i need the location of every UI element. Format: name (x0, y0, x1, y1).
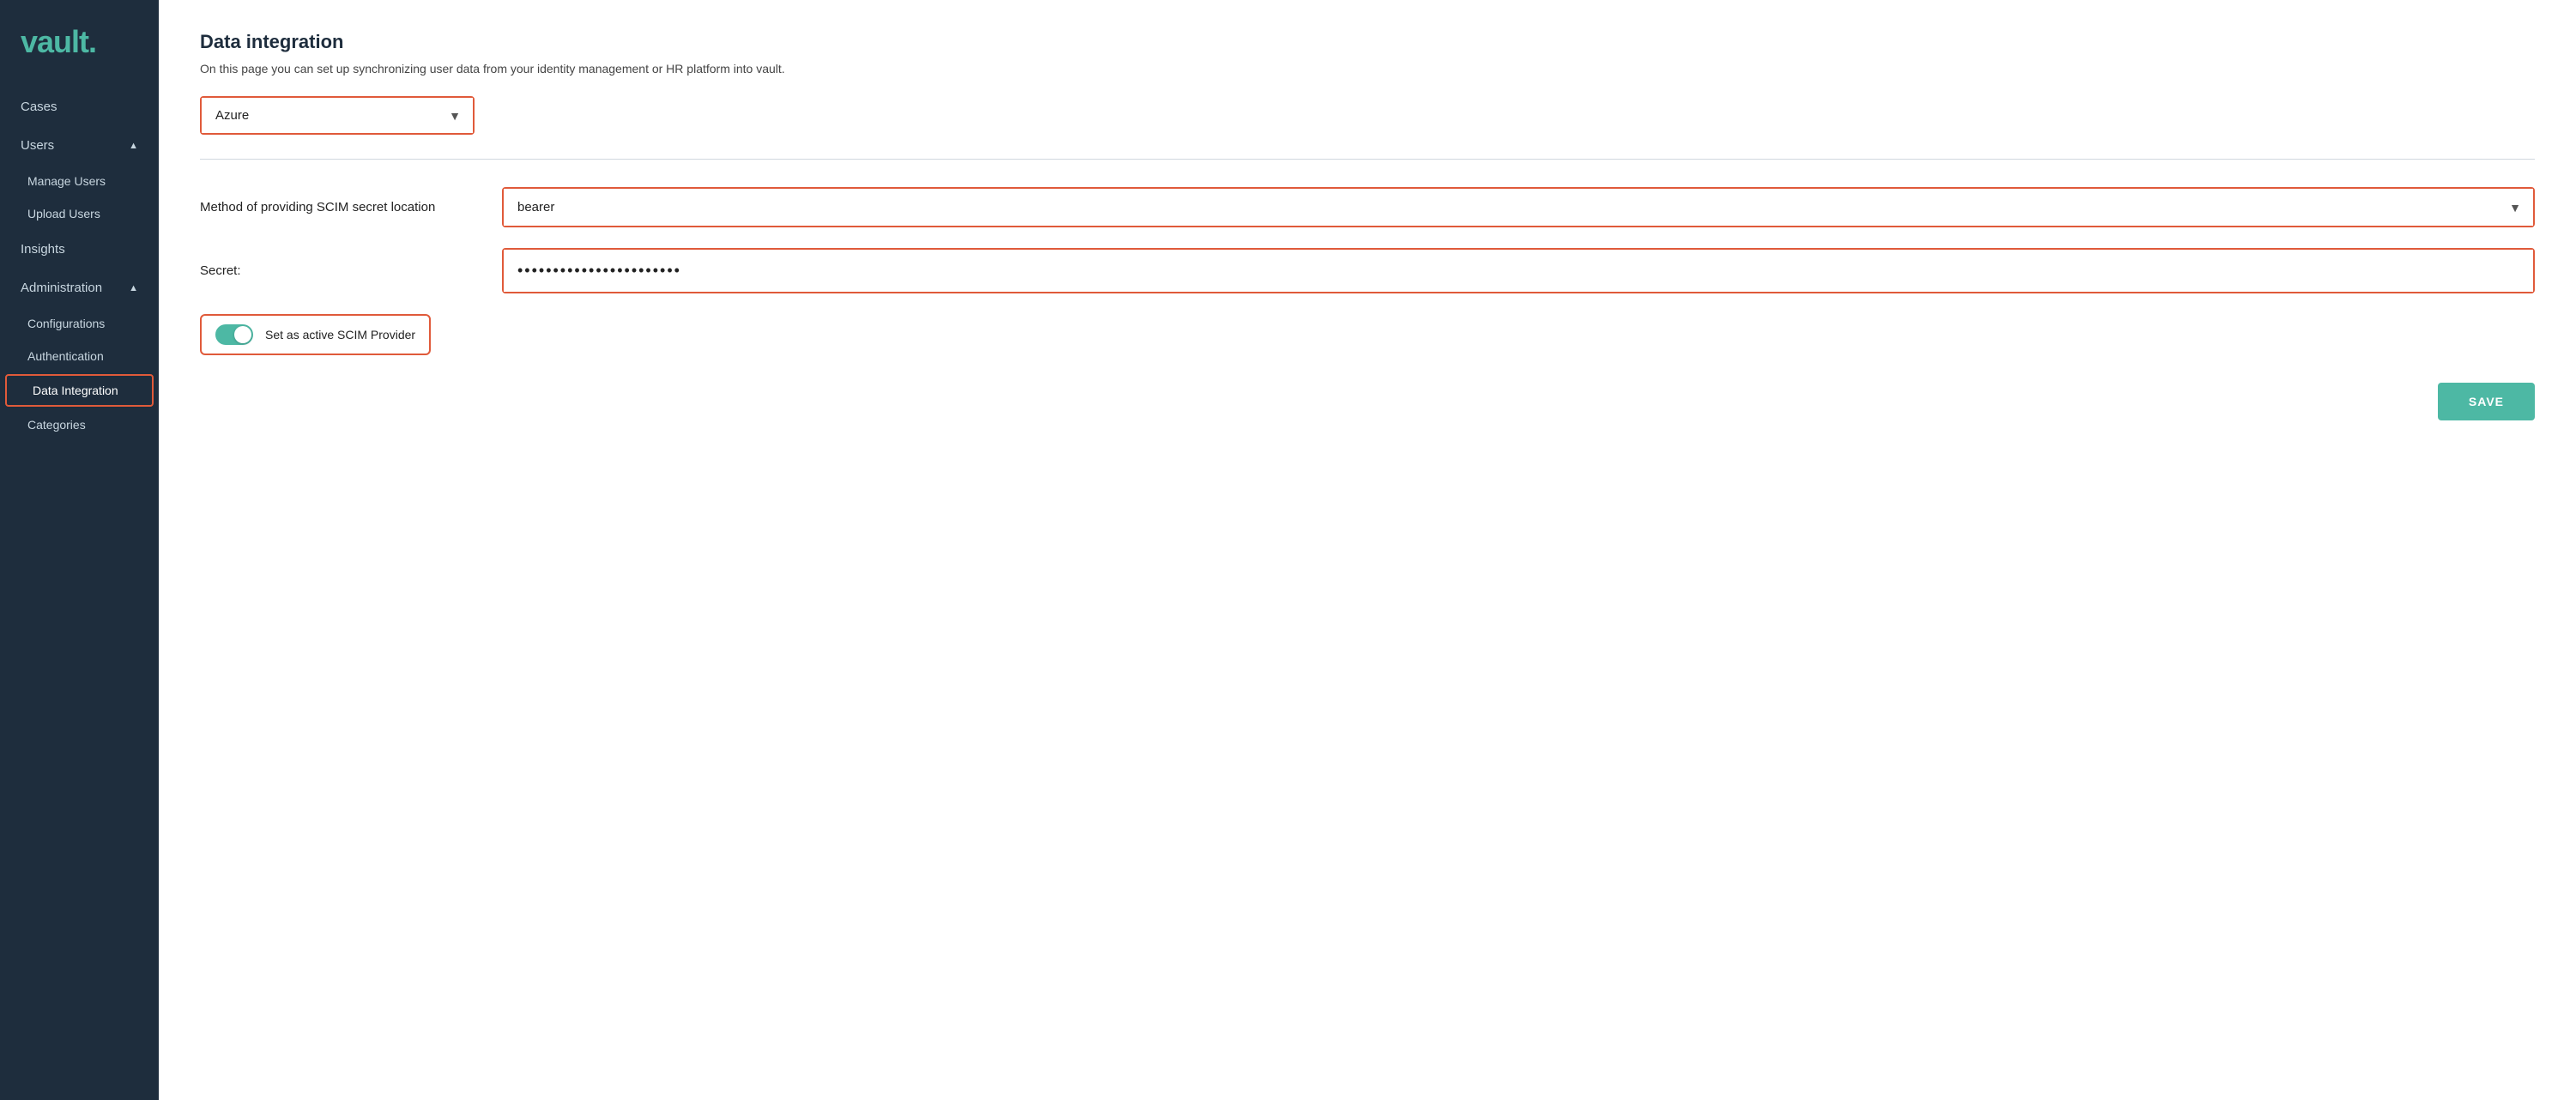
save-button[interactable]: SAVE (2438, 383, 2535, 420)
toggle-track (215, 324, 253, 345)
scim-provider-toggle[interactable] (215, 324, 253, 345)
form-section: Method of providing SCIM secret location… (200, 187, 2535, 355)
sidebar-item-administration[interactable]: Administration ▲ (0, 269, 159, 307)
sidebar-item-cases-label: Cases (21, 100, 57, 114)
sidebar-item-insights[interactable]: Insights (0, 230, 159, 269)
sidebar-item-administration-label: Administration (21, 281, 102, 295)
divider (200, 159, 2535, 160)
scim-toggle-label: Set as active SCIM Provider (265, 328, 415, 341)
sidebar: vault. Cases Users ▲ Manage Users Upload… (0, 0, 159, 1100)
toggle-thumb (234, 326, 251, 343)
page-description: On this page you can set up synchronizin… (200, 62, 2535, 76)
sidebar-item-upload-users[interactable]: Upload Users (0, 197, 159, 230)
sidebar-item-categories[interactable]: Categories (0, 408, 159, 441)
sidebar-item-insights-label: Insights (21, 242, 65, 257)
page-title: Data integration (200, 31, 2535, 53)
provider-select[interactable]: Azure Okta Google LDAP (202, 98, 473, 133)
scim-method-row: Method of providing SCIM secret location… (200, 187, 2535, 227)
sidebar-item-manage-users[interactable]: Manage Users (0, 165, 159, 197)
sidebar-item-users-label: Users (21, 138, 54, 153)
sidebar-item-configurations[interactable]: Configurations (0, 307, 159, 340)
secret-input[interactable] (504, 250, 2533, 292)
sidebar-item-cases[interactable]: Cases (0, 88, 159, 126)
provider-select-wrapper: Azure Okta Google LDAP ▼ (200, 96, 475, 135)
secret-label: Secret: (200, 263, 475, 278)
secret-row: Secret: (200, 248, 2535, 293)
save-button-wrapper: SAVE (200, 383, 2535, 420)
scim-provider-toggle-row: Set as active SCIM Provider (200, 314, 431, 355)
scim-method-select[interactable]: bearer header query (504, 189, 2533, 226)
scim-method-select-wrapper: bearer header query ▼ (502, 187, 2535, 227)
secret-input-wrapper (502, 248, 2535, 293)
sidebar-item-users[interactable]: Users ▲ (0, 126, 159, 165)
sidebar-item-data-integration[interactable]: Data Integration (5, 374, 154, 407)
app-logo: vault. (0, 0, 159, 88)
chevron-up-icon-admin: ▲ (129, 283, 138, 293)
main-content: Data integration On this page you can se… (159, 0, 2576, 1100)
chevron-up-icon: ▲ (129, 141, 138, 151)
scim-method-label: Method of providing SCIM secret location (200, 200, 475, 215)
sidebar-item-authentication[interactable]: Authentication (0, 340, 159, 372)
